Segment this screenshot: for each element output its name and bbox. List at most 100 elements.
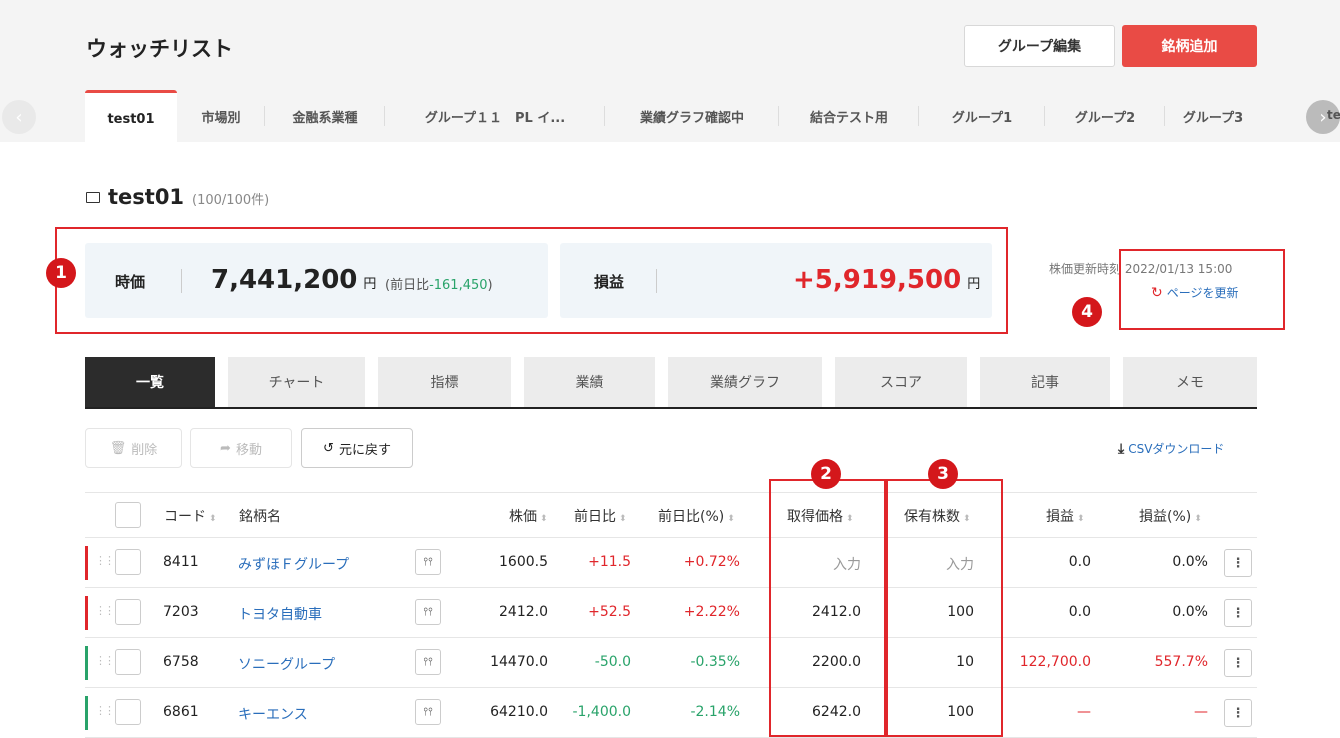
cell-pl-pct: 557.7%: [1154, 654, 1208, 670]
row-checkbox[interactable]: [115, 549, 141, 575]
cell-pl-pct: —: [1194, 704, 1208, 720]
cell-price: 64210.0: [490, 704, 548, 720]
header-code[interactable]: コード ⬍: [164, 506, 217, 526]
folder-icon: [86, 192, 100, 203]
candlestick-chart-icon[interactable]: ⫯⫯: [415, 549, 441, 575]
more-options-icon[interactable]: ⋮: [1224, 549, 1252, 577]
table-header: コード ⬍ 銘柄名 株価 ⬍ 前日比 ⬍ 前日比(%) ⬍ 取得価格 ⬍ 保有株数 ⬍ 損益…: [85, 492, 1257, 538]
candlestick-chart-icon[interactable]: ⫯⫯: [415, 699, 441, 725]
table-row: ⋮⋮ 6758 ソニーグループ ⫯⫯ 14470.0 -50.0 -0.35% 2200.0 1…: [85, 638, 1257, 688]
candlestick-chart-icon[interactable]: ⫯⫯: [415, 599, 441, 625]
change-indicator-stripe: [85, 596, 88, 630]
row-checkbox[interactable]: [115, 599, 141, 625]
cell-change-pct: +2.22%: [683, 604, 740, 620]
annotation-box-1: [55, 227, 1008, 334]
header-change-pct[interactable]: 前日比(%) ⬍: [658, 506, 735, 526]
tab-articles[interactable]: 記事: [980, 357, 1110, 407]
row-checkbox[interactable]: [115, 649, 141, 675]
tab-list[interactable]: 一覧: [85, 357, 215, 407]
cell-name-link[interactable]: キーエンス: [238, 704, 308, 724]
tab-memo[interactable]: メモ: [1123, 357, 1257, 407]
cell-pl: 0.0: [1068, 554, 1091, 570]
more-options-icon[interactable]: ⋮: [1224, 699, 1252, 727]
cell-price: 14470.0: [490, 654, 548, 670]
annotation-badge-4: 4: [1072, 297, 1102, 327]
annotation-box-2: [769, 479, 886, 737]
select-all-checkbox[interactable]: [115, 502, 141, 528]
cell-pl: 0.0: [1068, 604, 1091, 620]
page-title: ウォッチリスト: [86, 37, 233, 61]
folder-name: test01: [108, 185, 185, 209]
cell-pl-pct: 0.0%: [1172, 604, 1208, 620]
delete-button[interactable]: 🗑 削除: [85, 428, 182, 468]
download-icon: ⤓: [1118, 440, 1125, 457]
tab-market[interactable]: 市場別: [177, 90, 265, 142]
tab-join-test[interactable]: 結合テスト用: [779, 90, 919, 142]
cell-change: +11.5: [588, 554, 631, 570]
tab-earnings[interactable]: 業績: [524, 357, 655, 407]
cell-change-pct: -0.35%: [690, 654, 740, 670]
more-options-icon[interactable]: ⋮: [1224, 599, 1252, 627]
annotation-box-3: [886, 479, 1003, 737]
drag-handle-icon[interactable]: ⋮⋮: [95, 654, 115, 667]
more-options-icon[interactable]: ⋮: [1224, 649, 1252, 677]
tab-group11[interactable]: グループ１１ PL イ...: [385, 90, 605, 142]
cell-code: 6861: [163, 704, 199, 720]
table-row: ⋮⋮ 6861 キーエンス ⫯⫯ 64210.0 -1,400.0 -2.14% 6242.0…: [85, 688, 1257, 738]
drag-handle-icon[interactable]: ⋮⋮: [95, 554, 115, 567]
tab-earnings-graph[interactable]: 業績グラフ確認中: [605, 90, 779, 142]
header-price[interactable]: 株価 ⬍: [509, 506, 548, 526]
tab-finance[interactable]: 金融系業種: [265, 90, 385, 142]
tab-chart[interactable]: チャート: [228, 357, 365, 407]
annotation-badge-1: 1: [46, 258, 76, 288]
group-edit-button[interactable]: グループ編集: [964, 25, 1115, 67]
annotation-badge-3: 3: [928, 459, 958, 489]
cell-change-pct: -2.14%: [690, 704, 740, 720]
header-name: 銘柄名: [239, 509, 281, 525]
tab-group1[interactable]: グループ1: [919, 90, 1045, 142]
table-row: ⋮⋮ 8411 みずほＦグループ ⫯⫯ 1600.5 +11.5 +0.72% 入力 入力 0.0…: [85, 538, 1257, 588]
cell-change-pct: +0.72%: [683, 554, 740, 570]
tab-group2[interactable]: グループ2: [1045, 90, 1165, 142]
csv-download-link[interactable]: ⤓ CSVダウンロード: [1118, 440, 1224, 457]
tab-earnings-graph-view[interactable]: 業績グラフ: [668, 357, 822, 407]
cell-name-link[interactable]: みずほＦグループ: [238, 554, 349, 574]
cell-pl: —: [1077, 704, 1091, 720]
header-change[interactable]: 前日比 ⬍: [574, 506, 627, 526]
undo-button[interactable]: ↺ 元に戻す: [301, 428, 413, 468]
add-stock-button[interactable]: 銘柄追加: [1122, 25, 1257, 67]
drag-handle-icon[interactable]: ⋮⋮: [95, 604, 115, 617]
folder-count: (100/100件): [192, 193, 270, 208]
header-pl[interactable]: 損益 ⬍: [1046, 506, 1085, 526]
move-button[interactable]: ➦ 移動: [190, 428, 292, 468]
cell-name-link[interactable]: ソニーグループ: [238, 654, 335, 674]
cell-name-link[interactable]: トヨタ自動車: [238, 604, 322, 624]
candlestick-chart-icon[interactable]: ⫯⫯: [415, 649, 441, 675]
cell-change: +52.5: [588, 604, 631, 620]
cell-price: 2412.0: [499, 604, 548, 620]
cell-pl-pct: 0.0%: [1172, 554, 1208, 570]
change-indicator-stripe: [85, 646, 88, 680]
cell-code: 6758: [163, 654, 199, 670]
arrow-right-icon: ➦: [220, 440, 231, 456]
cell-price: 1600.5: [499, 554, 548, 570]
tab-indicators[interactable]: 指標: [378, 357, 511, 407]
undo-icon: ↺: [323, 440, 334, 456]
tab-group3[interactable]: グループ3: [1165, 90, 1261, 142]
cell-code: 8411: [163, 554, 199, 570]
change-indicator-stripe: [85, 546, 88, 580]
cell-pl: 122,700.0: [1019, 654, 1091, 670]
row-checkbox[interactable]: [115, 699, 141, 725]
cell-change: -50.0: [594, 654, 631, 670]
annotation-badge-2: 2: [811, 459, 841, 489]
drag-handle-icon[interactable]: ⋮⋮: [95, 704, 115, 717]
trash-icon: 🗑: [109, 440, 127, 456]
table-row: ⋮⋮ 7203 トヨタ自動車 ⫯⫯ 2412.0 +52.5 +2.22% 2412.0 100…: [85, 588, 1257, 638]
view-tabs: 一覧 チャート 指標 業績 業績グラフ スコア 記事 メモ: [85, 357, 1257, 409]
tab-score[interactable]: スコア: [835, 357, 967, 407]
tab-test01[interactable]: test01: [85, 90, 177, 142]
header-pl-pct[interactable]: 損益(%) ⬍: [1139, 506, 1202, 526]
tabs-scroll-left-button[interactable]: ‹: [2, 100, 36, 134]
annotation-box-4: [1119, 249, 1285, 330]
group-tabs: test01 市場別 金融系業種 グループ１１ PL イ... 業績グラフ確認中…: [85, 90, 1261, 142]
